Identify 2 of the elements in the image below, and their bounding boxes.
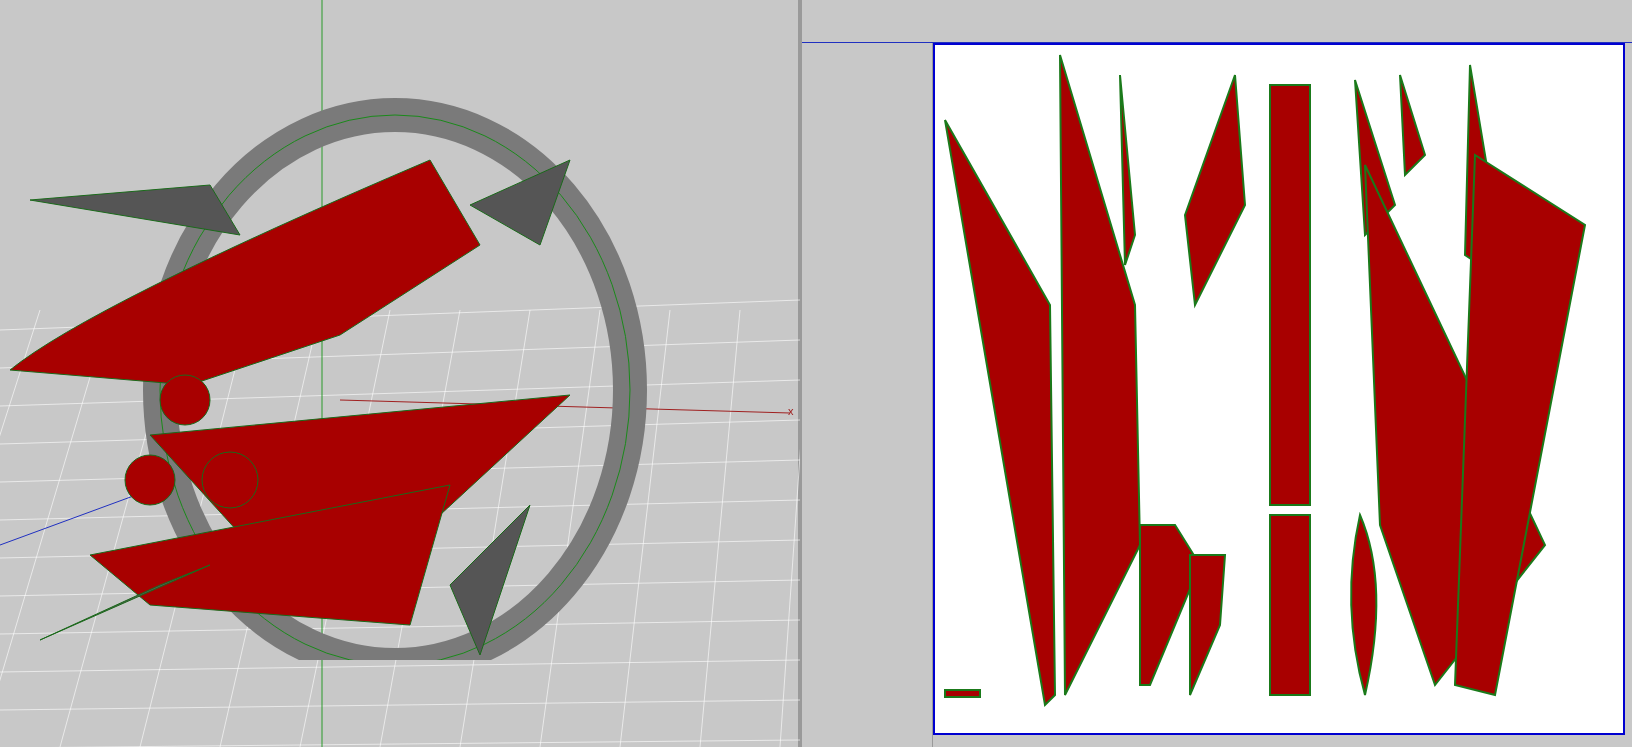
3d-viewport[interactable]: x: [0, 0, 800, 747]
axis-label: x: [788, 404, 794, 419]
